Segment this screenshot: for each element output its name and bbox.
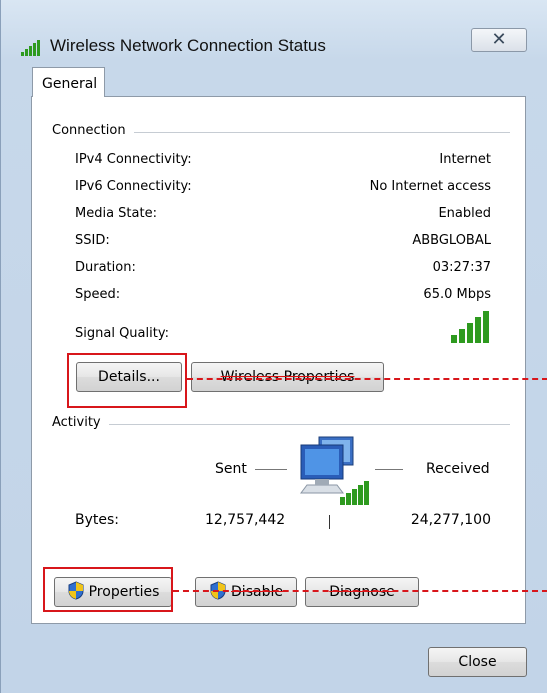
ssid-label: SSID:	[75, 233, 110, 248]
speed-label: Speed:	[75, 287, 121, 302]
sent-line	[255, 469, 287, 470]
bytes-label: Bytes:	[75, 512, 120, 528]
media-state-label: Media State:	[75, 206, 157, 221]
tab-general[interactable]: General	[32, 67, 105, 97]
ipv6-label: IPv6 Connectivity:	[75, 179, 192, 194]
disable-button-label: Disable	[231, 584, 283, 600]
activity-divider	[52, 424, 510, 425]
duration-value: 03:27:37	[432, 260, 491, 275]
received-line	[375, 469, 403, 470]
wireless-signal-icon	[21, 40, 40, 56]
ssid-value: ABBGLOBAL	[412, 233, 491, 248]
details-callout-line	[187, 378, 547, 380]
ipv4-label: IPv4 Connectivity:	[75, 152, 192, 167]
title-close-button[interactable]: ✕	[471, 28, 527, 52]
connection-group-title: Connection	[52, 123, 134, 138]
signal-strength-icon	[451, 311, 489, 343]
speed-value: 65.0 Mbps	[423, 287, 491, 302]
window-title: Wireless Network Connection Status	[50, 36, 326, 55]
dialog-window: Wireless Network Connection Status ✕ Gen…	[0, 0, 547, 693]
sent-label: Sent	[215, 461, 247, 477]
properties-callout-line	[173, 590, 547, 592]
signal-quality-label: Signal Quality:	[75, 326, 169, 341]
duration-label: Duration:	[75, 260, 136, 275]
network-computers-icon	[300, 436, 369, 505]
close-button[interactable]: Close	[428, 647, 527, 677]
disable-button[interactable]: Disable	[195, 577, 297, 607]
received-label: Received	[426, 461, 490, 477]
diagnose-button[interactable]: Diagnose	[305, 577, 419, 607]
media-state-value: Enabled	[438, 206, 491, 221]
ipv4-value: Internet	[439, 152, 491, 167]
activity-group-title: Activity	[52, 415, 109, 430]
bytes-sent-value: 12,757,442	[205, 512, 286, 528]
properties-highlight-box	[43, 567, 173, 612]
wireless-properties-button[interactable]: Wireless Properties	[191, 362, 384, 392]
ipv6-value: No Internet access	[369, 179, 491, 194]
title-bar[interactable]: Wireless Network Connection Status ✕	[1, 14, 547, 60]
bytes-received-value: 24,277,100	[410, 512, 491, 528]
details-highlight-box	[67, 353, 187, 408]
activity-separator	[329, 515, 330, 529]
